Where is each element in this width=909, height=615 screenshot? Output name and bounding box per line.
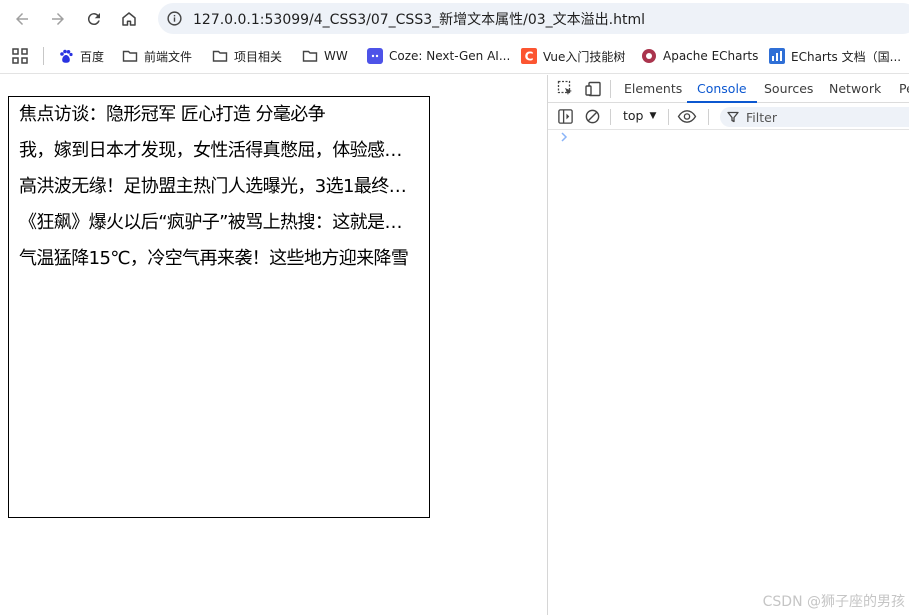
folder-icon [212, 48, 228, 64]
toolbar-divider [668, 109, 669, 125]
url-text: 127.0.0.1:53099/4_CSS3/07_CSS3_新增文本属性/03… [193, 12, 645, 28]
bookmark-echarts[interactable]: Apache ECharts [641, 46, 758, 66]
news-item[interactable]: 我，嫁到日本才发现，女性活得真憋屈，体验感差极了 [19, 133, 419, 169]
tab-sources[interactable]: Sources [764, 75, 813, 103]
back-button[interactable] [9, 6, 35, 32]
filter-placeholder: Filter [746, 109, 777, 125]
tabbar-divider [610, 80, 611, 98]
forward-button[interactable] [45, 6, 71, 32]
baidu-icon [58, 48, 74, 64]
coze-icon [367, 48, 383, 64]
apps-grid-icon[interactable] [12, 48, 28, 64]
browser-toolbar: 127.0.0.1:53099/4_CSS3/07_CSS3_新增文本属性/03… [0, 0, 909, 38]
echarts-doc-icon [769, 48, 785, 64]
bookmark-frontend-files[interactable]: 前端文件 [122, 46, 192, 66]
home-button[interactable] [116, 6, 142, 32]
context-selector[interactable]: top ▼ [623, 108, 656, 123]
console-filter-input[interactable]: Filter [720, 107, 909, 127]
folder-icon [302, 48, 318, 64]
inspect-element-icon[interactable] [557, 80, 575, 98]
toolbar-divider [708, 109, 709, 125]
site-info-icon[interactable] [166, 10, 183, 27]
chevron-right-icon [561, 132, 568, 142]
arrow-right-icon [52, 13, 64, 25]
clear-console-icon[interactable] [584, 108, 601, 125]
device-toolbar-icon[interactable] [585, 80, 603, 98]
console-prompt[interactable] [559, 131, 569, 147]
sidebar-toggle-icon[interactable] [557, 108, 574, 125]
bookmark-project[interactable]: 项目相关 [212, 46, 282, 66]
arrow-left-icon [16, 13, 28, 25]
svg-text:C: C [525, 50, 534, 64]
caret-down-icon: ▼ [649, 110, 657, 121]
tab-performance[interactable]: Pe [899, 75, 909, 103]
bookmark-baidu[interactable]: 百度 [58, 46, 104, 66]
echarts-icon [641, 48, 657, 64]
bookmark-coze[interactable]: Coze: Next-Gen AI... [367, 46, 510, 66]
console-toolbar: top ▼ Filter [548, 104, 909, 130]
devtools-panel: Elements Console Sources Network Pe top … [547, 75, 909, 615]
filter-funnel-icon [727, 111, 739, 123]
reload-icon [87, 13, 100, 26]
bookmarks-bar: 百度 前端文件 项目相关 WW Coze: Next-Gen AI... C V… [0, 38, 909, 74]
bookmark-vue[interactable]: C Vue入门技能树 [521, 46, 625, 66]
toolbar-divider [610, 109, 611, 125]
bookmarks-divider [43, 47, 44, 65]
devtools-tabbar: Elements Console Sources Network Pe [548, 75, 909, 103]
news-list-box: 焦点访谈：隐形冠军 匠心打造 分毫必争 我，嫁到日本才发现，女性活得真憋屈，体验… [8, 96, 430, 518]
home-icon [122, 12, 136, 26]
folder-icon [122, 48, 138, 64]
reload-button[interactable] [81, 6, 107, 32]
address-bar[interactable]: 127.0.0.1:53099/4_CSS3/07_CSS3_新增文本属性/03… [158, 3, 909, 34]
live-expression-eye-icon[interactable] [677, 108, 697, 125]
tab-elements[interactable]: Elements [624, 75, 682, 103]
context-label: top [623, 108, 644, 123]
tab-network[interactable]: Network [829, 75, 881, 103]
bookmark-ww[interactable]: WW [302, 46, 348, 66]
csdn-icon: C [521, 48, 537, 64]
page-viewport: 焦点访谈：隐形冠军 匠心打造 分毫必争 我，嫁到日本才发现，女性活得真憋屈，体验… [0, 75, 547, 615]
bookmark-echarts-docs[interactable]: ECharts 文档（国... [769, 46, 901, 66]
tab-console[interactable]: Console [687, 75, 757, 103]
csdn-watermark: CSDN @狮子座的男孩 [762, 594, 905, 610]
news-item[interactable]: 气温猛降15℃，冷空气再来袭！这些地方迎来降雪 [19, 241, 419, 277]
news-item[interactable]: 高洪波无缘！足协盟主热门人选曝光，3选1最终敲定 [19, 169, 419, 205]
news-item[interactable]: 焦点访谈：隐形冠军 匠心打造 分毫必争 [19, 97, 419, 133]
news-item[interactable]: 《狂飙》爆火以后“疯驴子”被骂上热搜：这就是演员的实力 [19, 205, 419, 241]
